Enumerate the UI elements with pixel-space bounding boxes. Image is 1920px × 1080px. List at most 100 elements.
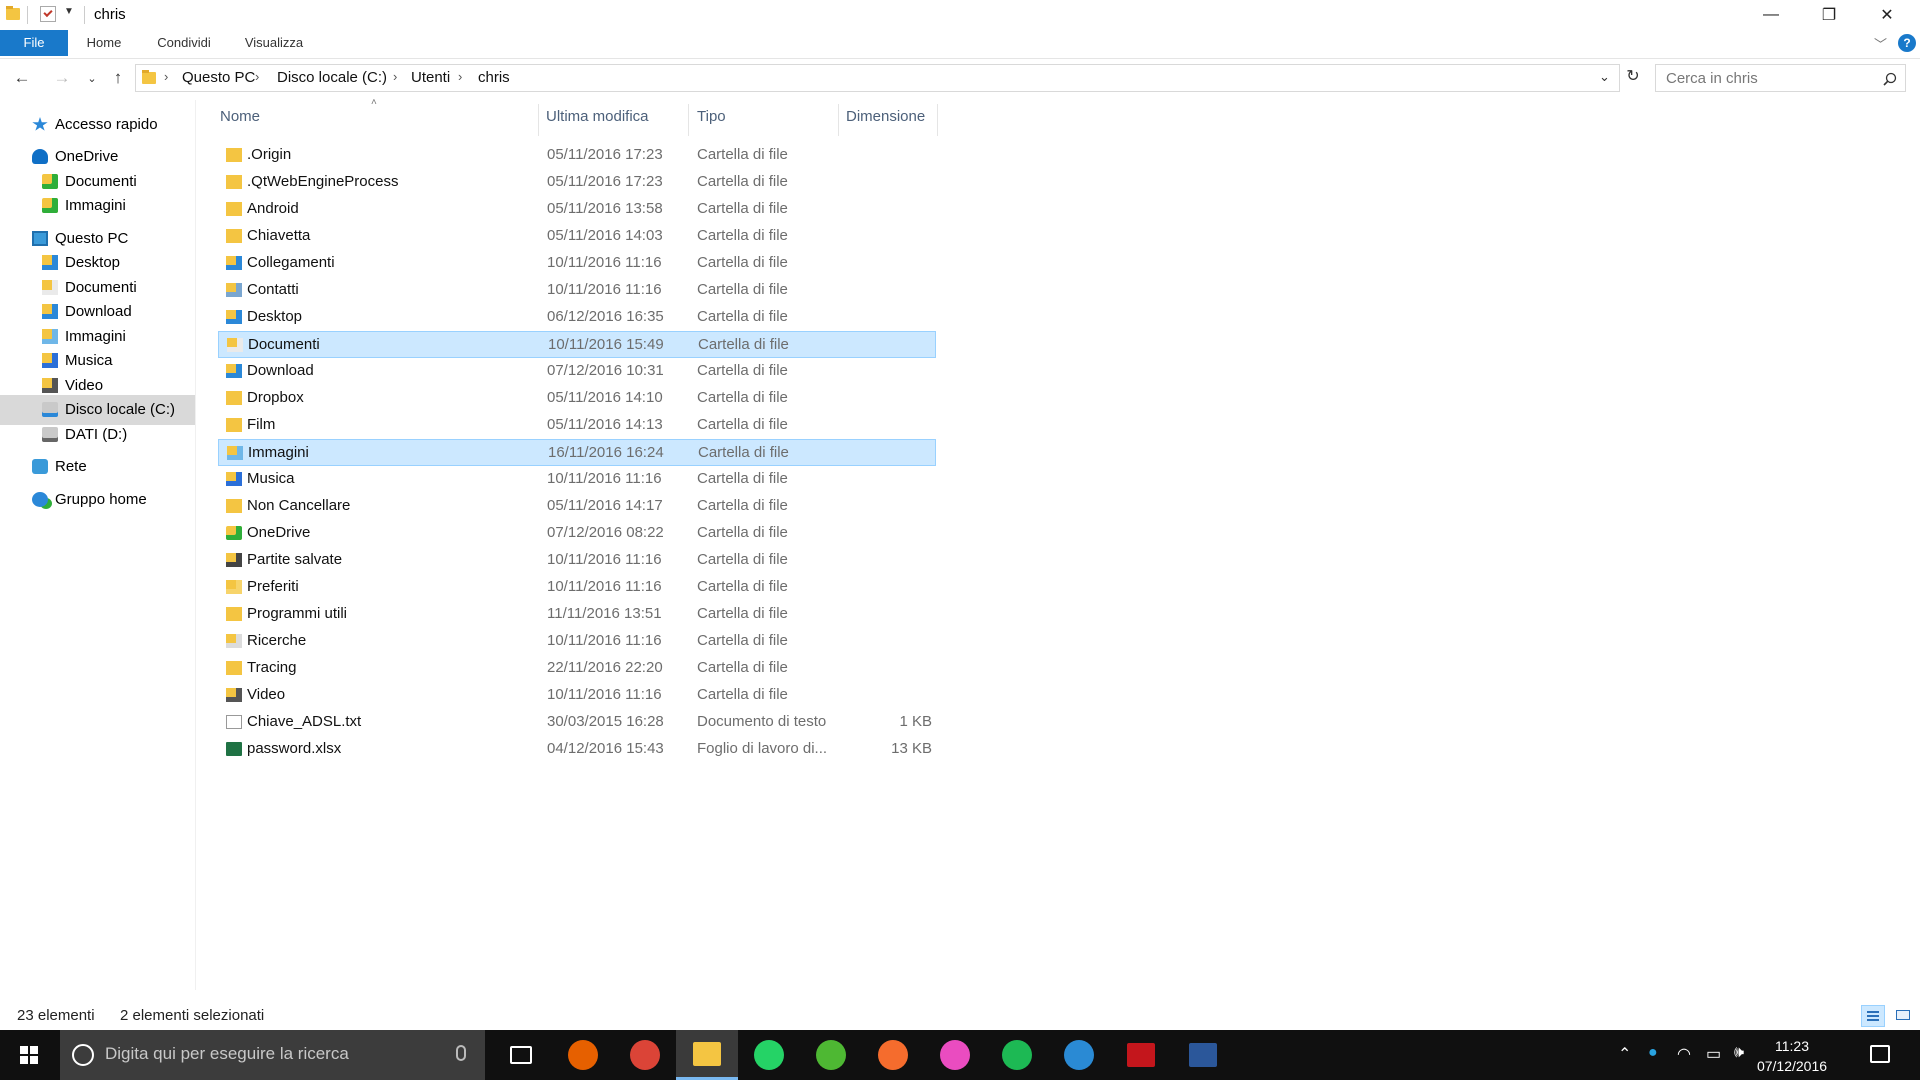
table-row[interactable]: Desktop 06/12/2016 16:35 Cartella di file bbox=[218, 304, 936, 331]
minimize-button[interactable]: — bbox=[1742, 0, 1800, 30]
search-icon[interactable] bbox=[1883, 72, 1897, 86]
breadcrumb-questo-pc[interactable]: Questo PC bbox=[182, 69, 255, 86]
ccleaner-button[interactable] bbox=[1048, 1030, 1110, 1080]
breadcrumb-chris[interactable]: chris bbox=[478, 69, 510, 86]
ccleaner-icon bbox=[1064, 1040, 1094, 1070]
taskbar-search-input[interactable]: Digita qui per eseguire la ricerca bbox=[105, 1044, 349, 1064]
ccleaner-tray-icon[interactable]: ● bbox=[1648, 1044, 1658, 1062]
file-name: .Origin bbox=[247, 146, 292, 163]
table-row[interactable]: Android 05/11/2016 13:58 Cartella di file bbox=[218, 196, 936, 223]
back-button[interactable]: ← bbox=[10, 66, 34, 90]
file-size: 1 KB bbox=[899, 713, 932, 730]
help-button[interactable]: ? bbox=[1898, 34, 1916, 52]
word-button[interactable] bbox=[1172, 1030, 1234, 1080]
documents-folder-icon bbox=[227, 338, 243, 352]
table-row[interactable]: Chiavetta 05/11/2016 14:03 Cartella di fil… bbox=[218, 223, 936, 250]
sidebar-item-gruppo-home[interactable]: Gruppo home bbox=[0, 485, 195, 515]
table-row[interactable]: Film 05/11/2016 14:13 Cartella di file bbox=[218, 412, 936, 439]
refresh-button[interactable]: ↻ bbox=[1622, 66, 1644, 88]
acrobat-button[interactable] bbox=[1110, 1030, 1172, 1080]
battery-icon[interactable]: ▭ bbox=[1706, 1044, 1721, 1064]
table-row[interactable]: password.xlsx 04/12/2016 15:43 Foglio di l… bbox=[218, 736, 936, 763]
file-explorer-button[interactable] bbox=[676, 1030, 738, 1080]
itunes-button[interactable] bbox=[924, 1030, 986, 1080]
column-divider[interactable] bbox=[838, 104, 839, 136]
chrome-button[interactable] bbox=[614, 1030, 676, 1080]
table-row[interactable]: Ricerche 10/11/2016 11:16 Cartella di file bbox=[218, 628, 936, 655]
column-divider[interactable] bbox=[937, 104, 938, 136]
action-center-icon[interactable] bbox=[1870, 1045, 1890, 1063]
column-header-type[interactable]: Tipo bbox=[697, 108, 726, 132]
sidebar-item-label: Documenti bbox=[65, 173, 137, 190]
close-button[interactable]: ✕ bbox=[1858, 0, 1916, 30]
column-header-size[interactable]: Dimensione bbox=[846, 108, 925, 132]
table-row[interactable]: Documenti 10/11/2016 15:49 Cartella di fil… bbox=[218, 331, 936, 358]
expand-ribbon-icon[interactable]: ﹀ bbox=[1874, 34, 1887, 53]
origin-button[interactable] bbox=[862, 1030, 924, 1080]
tab-visualizza[interactable]: Visualizza bbox=[236, 30, 312, 56]
sidebar-item-immagini[interactable]: Immagini bbox=[0, 191, 195, 221]
table-row[interactable]: Collegamenti 10/11/2016 11:16 Cartella di … bbox=[218, 250, 936, 277]
file-name: Documenti bbox=[248, 336, 320, 353]
maximize-button[interactable]: ❐ bbox=[1800, 0, 1858, 30]
tab-home[interactable]: Home bbox=[76, 30, 132, 56]
table-row[interactable]: Non Cancellare 05/11/2016 14:17 Cartella d… bbox=[218, 493, 936, 520]
sidebar-item-dati-d[interactable]: DATI (D:) bbox=[0, 420, 195, 450]
utorrent-icon bbox=[816, 1040, 846, 1070]
address-row: ← → ⌄ ↑ › Questo PC › Disco locale (C:) … bbox=[0, 62, 1920, 96]
breadcrumb-disco-locale[interactable]: Disco locale (C:) bbox=[277, 69, 387, 86]
search-input[interactable]: Cerca in chris bbox=[1666, 70, 1758, 87]
table-row[interactable]: OneDrive 07/12/2016 08:22 Cartella di file bbox=[218, 520, 936, 547]
tab-file[interactable]: File bbox=[0, 30, 68, 56]
table-row[interactable]: Tracing 22/11/2016 22:20 Cartella di file bbox=[218, 655, 936, 682]
table-row[interactable]: .QtWebEngineProcess 05/11/2016 17:23 Carte… bbox=[218, 169, 936, 196]
column-divider[interactable] bbox=[688, 104, 689, 136]
file-name: Chiavetta bbox=[247, 227, 311, 244]
drive-icon bbox=[42, 427, 58, 442]
forward-button[interactable]: → bbox=[50, 66, 74, 90]
up-button[interactable]: ↑ bbox=[106, 66, 130, 90]
table-row[interactable]: Partite salvate 10/11/2016 11:16 Cartella … bbox=[218, 547, 936, 574]
table-row[interactable]: Preferiti 10/11/2016 11:16 Cartella di fil… bbox=[218, 574, 936, 601]
table-row[interactable]: Download 07/12/2016 10:31 Cartella di file bbox=[218, 358, 936, 385]
table-row[interactable]: Video 10/11/2016 11:16 Cartella di file bbox=[218, 682, 936, 709]
column-header-name[interactable]: Nome bbox=[220, 108, 260, 132]
volume-icon[interactable]: 🕪 bbox=[1734, 1044, 1744, 1062]
table-row[interactable]: Programmi utili 11/11/2016 13:51 Cartella … bbox=[218, 601, 936, 628]
folder-icon bbox=[226, 661, 242, 675]
sidebar-item-accesso-rapido[interactable]: Accesso rapido bbox=[0, 110, 195, 140]
breadcrumb-utenti[interactable]: Utenti bbox=[411, 69, 450, 86]
utorrent-button[interactable] bbox=[800, 1030, 862, 1080]
taskbar-search[interactable]: Digita qui per eseguire la ricerca bbox=[60, 1030, 485, 1080]
address-dropdown-icon[interactable]: ⌄ bbox=[1599, 69, 1610, 85]
chevron-down-icon[interactable]: ▼ bbox=[64, 6, 74, 17]
navigation-pane: Accesso rapido OneDrive Documenti Immagini Q… bbox=[0, 110, 195, 990]
pane-splitter[interactable] bbox=[195, 100, 196, 990]
address-bar[interactable]: › Questo PC › Disco locale (C:) › Utenti… bbox=[135, 64, 1620, 92]
table-row[interactable]: .Origin 05/11/2016 17:23 Cartella di file bbox=[218, 142, 936, 169]
column-divider[interactable] bbox=[538, 104, 539, 136]
firefox-button[interactable] bbox=[552, 1030, 614, 1080]
properties-icon[interactable] bbox=[40, 6, 56, 22]
microphone-icon[interactable] bbox=[456, 1045, 466, 1061]
show-hidden-icons[interactable]: ⌃ bbox=[1618, 1044, 1631, 1064]
clock[interactable]: 11:23 07/12/2016 bbox=[1752, 1036, 1832, 1076]
table-row[interactable]: Musica 10/11/2016 11:16 Cartella di file bbox=[218, 466, 936, 493]
wifi-icon[interactable]: ◠ bbox=[1677, 1044, 1691, 1064]
whatsapp-button[interactable] bbox=[738, 1030, 800, 1080]
table-row[interactable]: Dropbox 05/11/2016 14:10 Cartella di file bbox=[218, 385, 936, 412]
search-box[interactable]: Cerca in chris bbox=[1655, 64, 1906, 92]
table-row[interactable]: Chiave_ADSL.txt 30/03/2015 16:28 Documento… bbox=[218, 709, 936, 736]
column-header-modified[interactable]: Ultima modifica bbox=[546, 108, 649, 132]
spotify-button[interactable] bbox=[986, 1030, 1048, 1080]
file-name: Musica bbox=[247, 470, 295, 487]
recent-locations-button[interactable]: ⌄ bbox=[80, 66, 104, 90]
start-button[interactable] bbox=[0, 1030, 60, 1080]
table-row[interactable]: Immagini 16/11/2016 16:24 Cartella di file bbox=[218, 439, 936, 466]
large-icons-view-icon[interactable] bbox=[1892, 1005, 1916, 1027]
tab-condividi[interactable]: Condividi bbox=[148, 30, 220, 56]
table-row[interactable]: Contatti 10/11/2016 11:16 Cartella di file bbox=[218, 277, 936, 304]
sidebar-item-rete[interactable]: Rete bbox=[0, 452, 195, 482]
details-view-icon[interactable] bbox=[1861, 1005, 1885, 1027]
task-view-button[interactable] bbox=[490, 1030, 552, 1080]
